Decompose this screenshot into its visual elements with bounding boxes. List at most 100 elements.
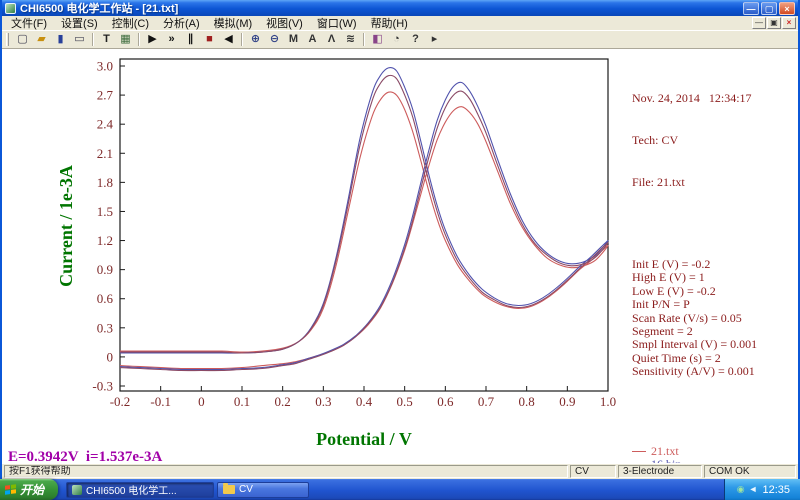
auto-scale-button[interactable]: A: [303, 32, 322, 48]
status-panel-0: CV: [570, 465, 616, 478]
stop-icon: ■: [206, 33, 213, 45]
palette-icon: ◧: [372, 33, 383, 45]
param-line-7: Quiet Time (s) = 2: [632, 350, 721, 365]
menubar-items: 文件(F) 设置(S) 控制(C) 分析(A) 模拟(M) 视图(V) 窗口(W) 帮助(H): [4, 14, 752, 32]
toolbar-separator: [92, 33, 94, 46]
print-button[interactable]: ▭: [70, 32, 89, 48]
manual-scale-button[interactable]: M: [284, 32, 303, 48]
svg-text:1.8: 1.8: [97, 175, 113, 190]
svg-text:0.8: 0.8: [519, 394, 535, 409]
palette-button[interactable]: ◧: [368, 32, 387, 48]
svg-text:0.3: 0.3: [97, 320, 113, 335]
screen: CHI6500 电化学工作站 - [21.txt] — ▢ × 文件(F) 设置(…: [0, 0, 800, 500]
svg-text:0.9: 0.9: [559, 394, 575, 409]
new-file-icon: ▢: [17, 33, 28, 45]
open-file-button[interactable]: ▰: [32, 32, 51, 48]
mdi-restore-button[interactable]: ▣: [767, 17, 781, 29]
legend: 21.txt16.bin11.bin: [632, 444, 796, 463]
zoom-out-icon: ⊖: [269, 33, 280, 45]
data-grid-button[interactable]: ▦: [116, 32, 135, 48]
mdi-window-buttons: — ▣ ×: [752, 17, 796, 29]
taskbar-window-1[interactable]: CV: [217, 481, 310, 498]
svg-text:0.4: 0.4: [356, 394, 373, 409]
run-experiment-button[interactable]: ▶: [143, 32, 162, 48]
svg-text:1.0: 1.0: [600, 394, 616, 409]
peak-analysis-button[interactable]: Λ: [322, 32, 341, 48]
menu-item-7[interactable]: 帮助(H): [364, 14, 415, 32]
status-panel-1: 3-Electrode: [618, 465, 702, 478]
svg-text:1.5: 1.5: [97, 204, 113, 219]
tech-text: Tech: CV: [632, 133, 679, 147]
mdi-close-button[interactable]: ×: [782, 17, 796, 29]
menu-item-1[interactable]: 设置(S): [54, 14, 105, 32]
open-file-icon: ▰: [37, 33, 46, 45]
file-text: File: 21.txt: [632, 175, 685, 189]
overlay-plot-icon: ≋: [345, 33, 356, 45]
tray-icons: ◉ ◄: [737, 485, 758, 494]
data-grid-icon: ▦: [120, 33, 131, 45]
pause-button[interactable]: ∥: [181, 32, 200, 48]
svg-text:1.2: 1.2: [97, 233, 113, 248]
taskbar-window-label: CV: [239, 484, 253, 495]
windows-logo-icon: [5, 484, 16, 495]
manual-scale-icon: M: [288, 33, 299, 45]
toolbar-separator: [241, 33, 243, 46]
menu-item-6[interactable]: 窗口(W): [310, 14, 364, 32]
svg-text:Potential / V: Potential / V: [316, 429, 412, 449]
run-experiment-icon: ▶: [148, 33, 157, 45]
menu-item-4[interactable]: 模拟(M): [207, 14, 260, 32]
zoom-in-button[interactable]: ⊕: [246, 32, 265, 48]
menu-item-5[interactable]: 视图(V): [259, 14, 310, 32]
param-line-8: Sensitivity (A/V) = 0.001: [632, 364, 755, 379]
stop-button[interactable]: ■: [200, 32, 219, 48]
network-tray-icon[interactable]: ◉: [737, 485, 745, 494]
auto-scale-icon: A: [308, 33, 317, 45]
text-tool-button[interactable]: T: [97, 32, 116, 48]
svg-text:0.5: 0.5: [397, 394, 413, 409]
toolbar-separator: [363, 33, 365, 46]
system-tray: ◉ ◄ 12:35: [723, 479, 800, 500]
close-button[interactable]: ×: [779, 1, 795, 15]
mdi-minimize-button[interactable]: —: [752, 17, 766, 29]
new-file-button[interactable]: ▢: [13, 32, 32, 48]
print-icon: ▭: [74, 33, 85, 45]
peak-analysis-icon: Λ: [327, 33, 336, 45]
reverse-scan-button[interactable]: ◀: [219, 32, 238, 48]
maximize-button[interactable]: ▢: [761, 1, 777, 15]
help-icon: ?: [412, 33, 419, 45]
status-help-text: 按F1获得帮助: [4, 465, 568, 478]
zoom-out-button[interactable]: ⊖: [265, 32, 284, 48]
status-panel-2: COM OK: [704, 465, 796, 478]
plot-client-area: -0.2 -0.1 0 0.1 0.2 0.3 0.4 0.5 0.6 0.7 0.8 0.9 1.0 3…: [2, 49, 798, 463]
menubar: 文件(F) 设置(S) 控制(C) 分析(A) 模拟(M) 视图(V) 窗口(W) 帮助(H)…: [2, 16, 798, 31]
timer-button[interactable]: ◔: [387, 32, 406, 48]
param-line-4: Scan Rate (V/s) = 0.05: [632, 310, 742, 325]
help-button[interactable]: ?: [406, 32, 425, 48]
datetime-text: Nov. 24, 2014 12:34:17: [632, 91, 752, 105]
svg-text:0: 0: [107, 349, 114, 364]
param-line-3: Init P/N = P: [632, 297, 690, 312]
param-line-1: High E (V) = 1: [632, 270, 705, 285]
param-line-5: Segment = 2: [632, 324, 693, 339]
start-button[interactable]: 开始: [0, 479, 59, 500]
svg-text:2.4: 2.4: [97, 117, 114, 132]
svg-text:-0.2: -0.2: [110, 394, 131, 409]
overlay-plot-button[interactable]: ≋: [341, 32, 360, 48]
pointer-icon: ▸: [431, 33, 438, 45]
menu-item-0[interactable]: 文件(F): [4, 14, 54, 32]
toolbar: ▢ ▰ ▮ ▭ T ▦ ▶ » ∥ ■ ◀ ⊕ ⊖ M A Λ ≋ ◧ ◔? ▸: [2, 31, 798, 49]
pointer-button[interactable]: ▸: [425, 32, 444, 48]
volume-tray-icon[interactable]: ◄: [749, 485, 758, 494]
toolbar-grip: [6, 33, 9, 46]
save-file-button[interactable]: ▮: [51, 32, 70, 48]
app-window: CHI6500 电化学工作站 - [21.txt] — ▢ × 文件(F) 设置(…: [0, 0, 800, 479]
menu-item-3[interactable]: 分析(A): [156, 14, 207, 32]
taskbar-window-0[interactable]: CHI6500 电化学工...: [66, 481, 215, 498]
continue-button[interactable]: »: [162, 32, 181, 48]
menu-item-2[interactable]: 控制(C): [105, 14, 156, 32]
minimize-button[interactable]: —: [743, 1, 759, 15]
svg-text:2.1: 2.1: [97, 146, 113, 161]
reverse-scan-icon: ◀: [224, 33, 233, 45]
svg-text:0.9: 0.9: [97, 262, 113, 277]
svg-text:0.3: 0.3: [315, 394, 331, 409]
